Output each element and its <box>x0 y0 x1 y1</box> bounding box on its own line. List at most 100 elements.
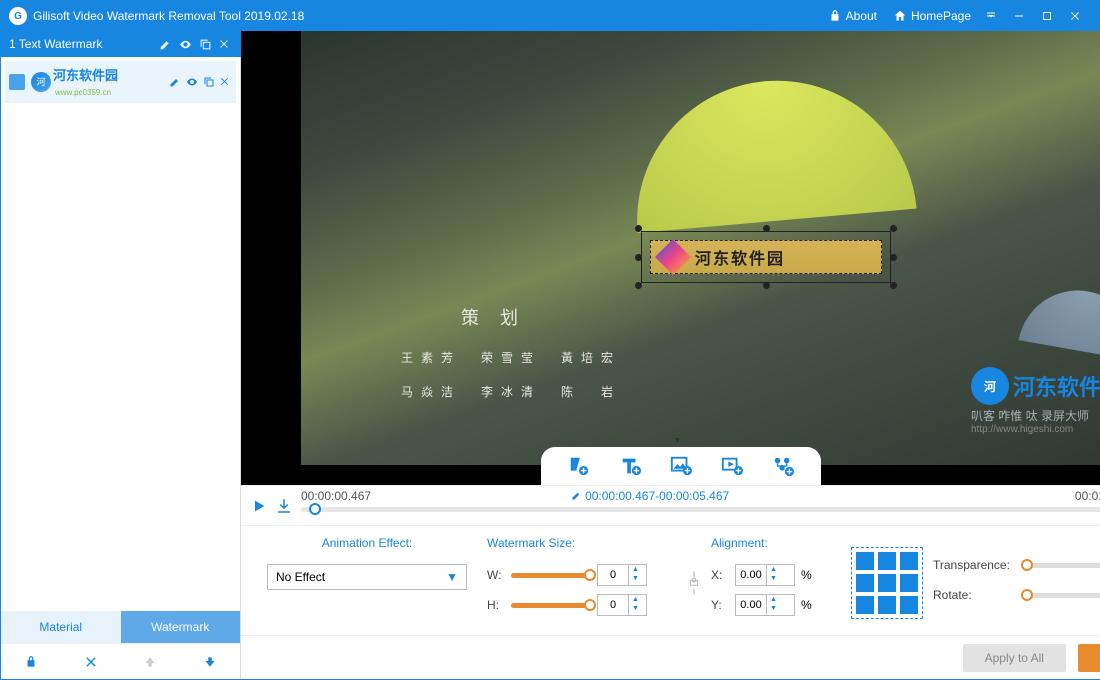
close-button[interactable] <box>1069 10 1085 22</box>
side-tabs: Material Watermark <box>1 611 240 643</box>
spin-up-icon[interactable]: ▲ <box>629 565 642 574</box>
homepage-button[interactable]: HomePage <box>893 9 971 23</box>
corner-text1: 河东软件园 <box>1013 370 1100 402</box>
maximize-button[interactable] <box>1041 10 1057 22</box>
timeline-thumb[interactable] <box>309 503 321 515</box>
spin-down-icon[interactable]: ▼ <box>629 604 642 613</box>
minimize-button[interactable] <box>1013 10 1029 22</box>
tab-watermark[interactable]: Watermark <box>121 611 241 643</box>
x-spinner[interactable]: ▲▼ <box>735 564 795 586</box>
time-current: 00:00:00.467 <box>301 489 371 503</box>
spin-up-icon[interactable]: ▲ <box>767 595 780 604</box>
align-tl[interactable] <box>856 552 874 570</box>
rotate-slider[interactable] <box>1021 593 1100 598</box>
move-up-button[interactable] <box>133 651 167 673</box>
add-text-button[interactable] <box>619 455 641 477</box>
alignment-grid <box>851 547 923 619</box>
timeline-track[interactable]: 00:00:00.467 00:01:03.500 00:00:00.467-0… <box>301 491 1100 521</box>
align-mc[interactable] <box>878 574 896 592</box>
rotate-label: Rotate: <box>933 588 1015 602</box>
y-input[interactable] <box>736 599 766 611</box>
add-video-button[interactable] <box>721 455 743 477</box>
height-slider[interactable] <box>511 603 591 608</box>
add-effect-button[interactable] <box>772 455 794 477</box>
align-bc[interactable] <box>878 596 896 614</box>
credits-line1: 策 划 <box>461 301 621 335</box>
align-tr[interactable] <box>900 552 918 570</box>
video-preview[interactable]: 策 划 王素芳 荣雪莹 黃培宏 马焱洁 李冰清 陈 岩 河东软件园 <box>241 31 1100 485</box>
height-input[interactable] <box>598 599 628 611</box>
next-button[interactable]: Next -> <box>1078 644 1100 672</box>
edit-icon[interactable] <box>159 38 172 51</box>
align-ml[interactable] <box>856 574 874 592</box>
tray-caret-icon[interactable]: ▾ <box>675 435 680 446</box>
remove-button[interactable] <box>74 651 108 673</box>
spin-up-icon[interactable]: ▲ <box>767 565 780 574</box>
y-label: Y: <box>711 598 729 612</box>
width-slider[interactable] <box>511 573 591 578</box>
play-button[interactable] <box>251 498 267 514</box>
width-spinner[interactable]: ▲▼ <box>597 564 647 586</box>
about-button[interactable]: About <box>828 9 877 23</box>
resize-handle[interactable] <box>890 282 897 289</box>
slider-thumb[interactable] <box>584 599 596 611</box>
slider-thumb[interactable] <box>584 569 596 581</box>
menu-down-icon[interactable] <box>985 10 1001 22</box>
resize-handle[interactable] <box>763 225 770 232</box>
export-button[interactable] <box>275 497 293 515</box>
item-copy-icon[interactable] <box>203 76 215 88</box>
video-scene-umbrella <box>625 69 916 233</box>
align-tc[interactable] <box>878 552 896 570</box>
slider-thumb[interactable] <box>1021 559 1033 571</box>
transform-group: Transparence: ▲▼ Rotate: ▲▼ <box>933 554 1100 629</box>
video-frame: 策 划 王素芳 荣雪莹 黃培宏 马焱洁 李冰清 陈 岩 河东软件园 <box>301 31 1100 465</box>
apply-all-button[interactable]: Apply to All <box>963 644 1066 672</box>
corner-watermark: 河 河东软件园 叭客 咋惟 呔 录屏大师 http://www.higeshi.… <box>971 367 1100 435</box>
w-label: W: <box>487 568 505 582</box>
resize-handle[interactable] <box>635 282 642 289</box>
width-input[interactable] <box>598 569 628 581</box>
item-edit-icon[interactable] <box>169 76 181 88</box>
time-edit-range[interactable]: 00:00:00.467-00:00:05.467 <box>571 489 729 503</box>
lock-aspect[interactable] <box>687 536 701 629</box>
resize-handle[interactable] <box>635 225 642 232</box>
x-input[interactable] <box>736 569 766 581</box>
add-shape-button[interactable] <box>568 455 590 477</box>
item-eye-icon[interactable] <box>185 76 199 88</box>
move-down-button[interactable] <box>193 651 227 673</box>
watermark-overlay[interactable]: 河东软件园 <box>641 231 891 283</box>
timeline-bar[interactable] <box>301 507 1100 512</box>
corner-text3: http://www.higeshi.com <box>971 424 1100 435</box>
animation-select[interactable]: No Effect ▼ <box>267 564 467 590</box>
eye-icon[interactable] <box>178 38 193 51</box>
slider-thumb[interactable] <box>1021 589 1033 601</box>
spin-down-icon[interactable]: ▼ <box>629 574 642 583</box>
height-spinner[interactable]: ▲▼ <box>597 594 647 616</box>
add-image-button[interactable] <box>670 455 692 477</box>
delete-icon[interactable] <box>218 38 230 50</box>
video-scene-umbrella2 <box>1019 281 1100 361</box>
transparence-label: Transparence: <box>933 558 1015 572</box>
tab-material[interactable]: Material <box>1 611 121 643</box>
resize-handle[interactable] <box>763 282 770 289</box>
spin-up-icon[interactable]: ▲ <box>629 595 642 604</box>
x-label: X: <box>711 568 729 582</box>
align-mr[interactable] <box>900 574 918 592</box>
lock-button[interactable] <box>14 651 48 673</box>
transparence-slider[interactable] <box>1021 563 1100 568</box>
resize-handle[interactable] <box>890 254 897 261</box>
resize-handle[interactable] <box>890 225 897 232</box>
item-logo-icon: 河 <box>31 72 51 92</box>
align-bl[interactable] <box>856 596 874 614</box>
resize-handle[interactable] <box>635 254 642 261</box>
spin-down-icon[interactable]: ▼ <box>767 604 780 613</box>
item-delete-icon[interactable] <box>219 76 230 87</box>
y-spinner[interactable]: ▲▼ <box>735 594 795 616</box>
h-label: H: <box>487 598 505 612</box>
align-br[interactable] <box>900 596 918 614</box>
spin-down-icon[interactable]: ▼ <box>767 574 780 583</box>
copy-icon[interactable] <box>199 38 212 51</box>
animation-value: No Effect <box>276 570 325 584</box>
watermark-item[interactable]: 河 河东软件园 www.pc0359.cn <box>5 61 236 103</box>
watermark-list: 河 河东软件园 www.pc0359.cn <box>1 57 240 611</box>
